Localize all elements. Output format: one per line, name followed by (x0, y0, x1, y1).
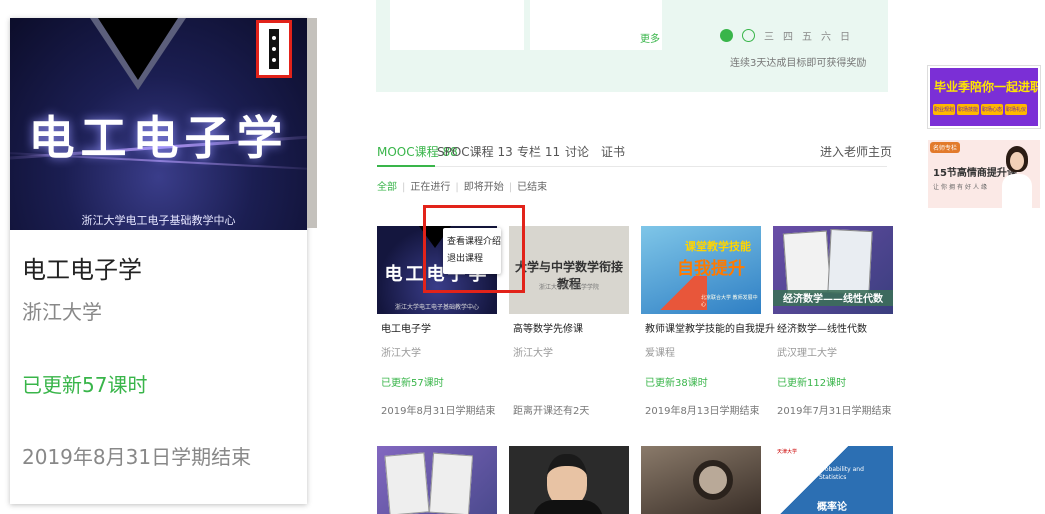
banner-badge: 名师专栏 (930, 142, 961, 153)
book-graphic (384, 452, 430, 514)
thumbnail-title: 电工电子学 (28, 111, 289, 165)
course-name[interactable]: 高等数学先修课 (513, 320, 583, 335)
course-thumbnail[interactable]: 大学与中学数学衔接教程 浙江大学数学科学学院 (509, 226, 629, 314)
course-name[interactable]: 经济数学—线性代数 (777, 320, 867, 335)
course-end-date: 2019年8月31日学期结束 (22, 445, 252, 469)
course-end-date: 2019年8月31日学期结束 (381, 406, 496, 417)
banner-tag: 职场礼仪 (1005, 104, 1028, 115)
instructor-photo (547, 454, 587, 506)
tabs-divider (377, 166, 887, 167)
day-label: 日 (840, 32, 850, 43)
book-graphic (428, 452, 474, 514)
tab-spoc[interactable]: SPOC课程 13 (437, 143, 513, 160)
course-thumbnail[interactable]: 课堂教学技能 自我提升 北京联合大学 教师发展中心 (641, 226, 761, 314)
course-school: 浙江大学 (381, 348, 421, 359)
banner-title: 毕业季陪你一起进职场 (934, 80, 1038, 94)
day-label: 五 (802, 32, 812, 43)
book-graphic (782, 230, 832, 296)
checkin-tip: 连续3天达成目标即可获得奖励 (730, 58, 867, 69)
filter-ongoing[interactable]: 正在进行 (410, 182, 450, 193)
course-name[interactable]: 电工电子学 (22, 250, 142, 285)
film-reel-graphic (693, 460, 733, 500)
course-update-status: 已更新57课时 (381, 378, 444, 389)
banner-tag: 职场技能 (957, 104, 980, 115)
stat-box (390, 0, 524, 50)
course-end-date: 2019年7月31日学期结束 (777, 406, 892, 417)
banner-subtitle: 让你拥有好人缘 (933, 184, 990, 191)
more-link[interactable]: 更多 (640, 30, 660, 45)
book-graphic (827, 228, 873, 296)
course-update-status: 已更新112课时 (777, 378, 847, 389)
graduate-career-banner[interactable]: 毕业季陪你一起进职场 职业规划 职场技能 职场心态 职场礼仪 (928, 66, 1040, 128)
thumbnail-subtitle: 浙江大学电工电子基础教学中心 (394, 304, 479, 311)
checkin-days: 三 四 五 六 日 (720, 28, 850, 43)
course-school: 浙江大学 (513, 348, 553, 359)
vertical-dots-icon (269, 29, 279, 69)
thumbnail-headline: 自我提升 (677, 259, 745, 279)
course-school: 浙江大学 (22, 300, 102, 324)
course-name[interactable]: 教师课堂教学技能的自我提升 (645, 320, 775, 335)
thumbnail-title: 经济数学——线性代数 (783, 294, 883, 305)
adjacent-card-edge (307, 18, 317, 228)
zoomed-course-card[interactable]: 电工电子学 浙江大学电工电子基础教学中心 电工电子学 浙江大学 已更新57课时 … (10, 18, 307, 504)
thumbnail-headline: 概率论 (817, 502, 847, 513)
thumbnail-title: Probability and Statistics (819, 466, 864, 481)
course-school: 武汉理工大学 (777, 348, 837, 359)
day-label: 四 (783, 32, 793, 43)
course-thumbnail[interactable]: 经济数学——线性代数 (773, 226, 893, 314)
tab-column[interactable]: 专栏 11 (517, 143, 560, 160)
banner-tag: 职场心态 (981, 104, 1004, 115)
course-thumbnail[interactable] (377, 446, 497, 514)
instructor-photo (1010, 152, 1024, 170)
course-card[interactable]: 经济数学——线性代数 经济数学—线性代数 武汉理工大学 已更新112课时 201… (773, 226, 893, 428)
course-thumbnail[interactable] (641, 446, 761, 514)
filter-all[interactable]: 全部 (377, 182, 397, 193)
stairs-graphic (647, 276, 707, 310)
course-name[interactable]: 电工电子学 (381, 320, 431, 335)
course-end-date: 2019年8月13日学期结束 (645, 406, 760, 417)
tab-certificate[interactable]: 证书 (601, 143, 625, 160)
instructor-photo (1002, 174, 1032, 208)
eq-course-banner[interactable]: 名师专栏 15节高情商提升课 让你拥有好人缘 (928, 140, 1040, 208)
checkin-pending-icon (742, 29, 755, 42)
status-filters: 全部 | 正在进行 | 即将开始 | 已结束 (377, 182, 548, 193)
thumbnail-subtitle: 浙江大学电工电子基础教学中心 (81, 214, 236, 227)
thumbnail-decoration (98, 18, 178, 80)
university-logo: 天津大学 (777, 449, 798, 455)
day-label: 六 (821, 32, 831, 43)
highlight-annotation (423, 205, 525, 293)
active-tab-indicator (377, 165, 435, 167)
instructor-photo (533, 500, 603, 514)
thumbnail-subtitle: 北京联合大学 教师发展中心 (701, 295, 758, 308)
course-update-status: 已更新57课时 (22, 373, 148, 397)
banner-tag: 职业规划 (933, 104, 956, 115)
filter-ended[interactable]: 已结束 (517, 182, 547, 193)
banner-tags: 职业规划 职场技能 职场心态 职场礼仪 (933, 104, 1028, 115)
course-update-status: 已更新38课时 (645, 378, 708, 389)
course-start-countdown: 距离开课还有2天 (513, 406, 590, 417)
course-school: 爱课程 (645, 348, 675, 359)
tab-discuss[interactable]: 讨论 (565, 143, 589, 160)
course-thumbnail[interactable]: 天津大学 Probability and Statistics 概率论 (773, 446, 893, 514)
filter-upcoming[interactable]: 即将开始 (464, 182, 504, 193)
course-card[interactable]: 课堂教学技能 自我提升 北京联合大学 教师发展中心 教师课堂教学技能的自我提升 … (641, 226, 775, 428)
day-label: 三 (764, 32, 774, 43)
course-card[interactable]: 大学与中学数学衔接教程 浙江大学数学科学学院 高等数学先修课 浙江大学 距离开课… (509, 226, 629, 428)
more-options-button[interactable] (256, 20, 292, 78)
course-thumbnail[interactable] (509, 446, 629, 514)
teacher-home-link[interactable]: 进入老师主页 (820, 143, 892, 160)
checkin-done-icon (720, 29, 733, 42)
thumbnail-title: 课堂教学技能 (685, 240, 751, 253)
thumbnail-subtitle: 浙江大学数学科学学院 (538, 284, 599, 291)
